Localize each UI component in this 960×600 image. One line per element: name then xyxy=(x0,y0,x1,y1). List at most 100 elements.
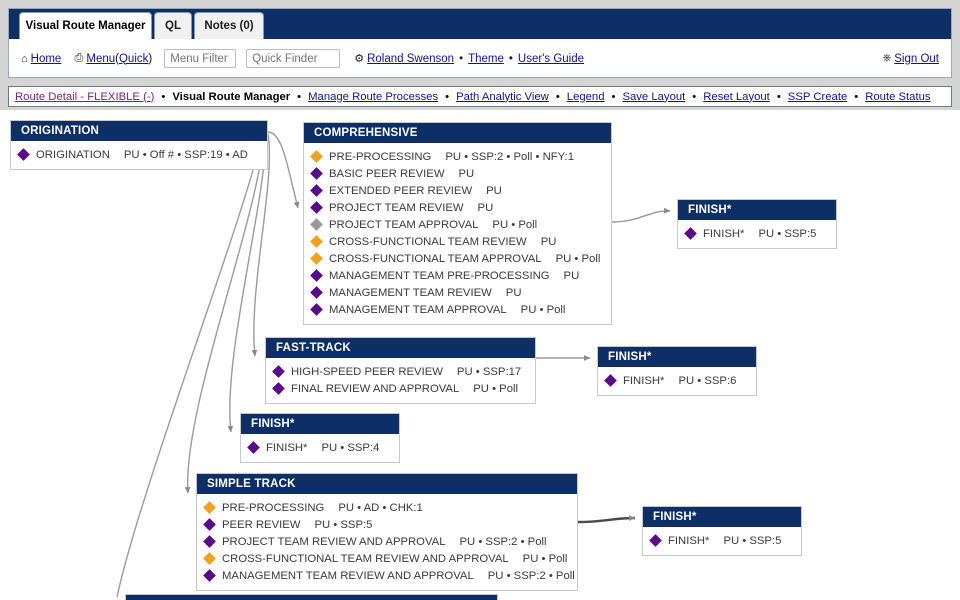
node-finish-ssp5-bottom[interactable]: FINISH* FINISH* PU • SSP:5 xyxy=(642,506,802,556)
node-header-fast-track[interactable]: FAST-TRACK xyxy=(266,338,535,358)
node-finish-ssp6[interactable]: FINISH* FINISH* PU • SSP:6 xyxy=(597,346,757,396)
toolbar-bullet-1: • xyxy=(459,52,464,65)
node-step-row[interactable]: FINISH* PU • SSP:5 xyxy=(684,225,828,242)
node-header-finish-ssp4[interactable]: FINISH* xyxy=(241,414,399,434)
node-step-row[interactable]: BASIC PEER REVIEW PU xyxy=(310,165,603,182)
tab-label: Notes (0) xyxy=(204,20,254,32)
node-header-simple-track[interactable]: SIMPLE TRACK xyxy=(197,474,577,494)
breadcrumb-item-legend[interactable]: Legend xyxy=(567,91,605,103)
edge-origination-to-finish-ssp4 xyxy=(227,134,267,433)
top-chrome: Visual Route Manager QL Notes (0) ⌂ Home… xyxy=(8,8,952,78)
menu-link[interactable]: Menu xyxy=(86,53,115,65)
breadcrumb-item-save-layout[interactable]: Save Layout xyxy=(622,91,685,103)
node-header-origination[interactable]: ORIGINATION xyxy=(11,121,267,141)
diamond-orange-icon xyxy=(310,150,323,163)
node-body-finish-ssp4: FINISH* PU • SSP:4 xyxy=(241,434,399,462)
node-step-row[interactable]: MANAGEMENT TEAM APPROVAL PU • Poll xyxy=(310,301,603,318)
toolbar-spacer-1 xyxy=(66,53,69,65)
node-step-row[interactable]: MANAGEMENT TEAM REVIEW PU xyxy=(310,284,603,301)
diamond-orange-icon xyxy=(203,552,216,565)
node-finish-ssp4[interactable]: FINISH* FINISH* PU • SSP:4 xyxy=(240,413,400,463)
user-name-link[interactable]: Roland Swenson xyxy=(367,53,454,65)
step-label: PRE-PROCESSING xyxy=(222,501,325,514)
step-meta: PU xyxy=(477,201,494,214)
node-step-row[interactable]: CROSS-FUNCTIONAL TEAM REVIEW PU xyxy=(310,233,603,250)
theme-link[interactable]: Theme xyxy=(468,53,504,65)
diamond-purple-icon xyxy=(649,534,662,547)
step-label: MANAGEMENT TEAM REVIEW xyxy=(329,286,492,299)
node-finish-ssp5-top[interactable]: FINISH* FINISH* PU • SSP:5 xyxy=(677,199,837,249)
step-label: PROJECT TEAM REVIEW xyxy=(329,201,464,214)
node-header-finish-ssp5-bottom[interactable]: FINISH* xyxy=(643,507,801,527)
node-comprehensive[interactable]: COMPREHENSIVE PRE-PROCESSING PU • SSP:2 • … xyxy=(303,122,612,325)
menu-filter-input[interactable] xyxy=(164,49,237,68)
step-meta: PU • SSP:2 • Poll xyxy=(487,569,575,582)
users-guide-link[interactable]: User's Guide xyxy=(518,53,584,65)
step-meta: PU • SSP:2 • Poll • NFY:1 xyxy=(445,150,574,163)
node-step-row[interactable]: ORIGINATION PU • Off # • SSP:19 • AD xyxy=(17,146,259,163)
quick-finder-input[interactable] xyxy=(246,49,341,68)
node-simple-track[interactable]: SIMPLE TRACK PRE-PROCESSING PU • AD • CHK:… xyxy=(196,473,578,591)
gear-icon[interactable]: ⚙ xyxy=(354,52,364,65)
node-header-finish-ssp5-top[interactable]: FINISH* xyxy=(678,200,836,220)
diamond-orange-icon xyxy=(310,252,323,265)
step-meta: PU xyxy=(505,286,522,299)
breadcrumb-item-reset-layout[interactable]: Reset Layout xyxy=(703,91,770,103)
step-meta: PU • Poll xyxy=(473,382,519,395)
breadcrumb-item-route-detail-flexible[interactable]: Route Detail - FLEXIBLE (-) xyxy=(15,91,154,103)
node-step-row[interactable]: PROJECT TEAM REVIEW PU xyxy=(310,199,603,216)
breadcrumb-separator: • xyxy=(297,90,302,103)
power-icon[interactable]: ⎈ xyxy=(882,52,891,65)
node-step-row[interactable]: PEER REVIEW PU • SSP:5 xyxy=(203,516,569,533)
menu-nav[interactable]: ⎙ Menu ( Quick ) xyxy=(75,52,153,65)
sign-out-link[interactable]: Sign Out xyxy=(894,53,939,65)
step-label: FINISH* xyxy=(703,227,745,240)
home-link[interactable]: Home xyxy=(31,53,62,65)
diamond-purple-icon xyxy=(203,518,216,531)
route-diagram-canvas[interactable]: ORIGINATION ORIGINATION PU • Off # • SSP:1… xyxy=(0,110,960,600)
tab-visual-route-manager[interactable]: Visual Route Manager xyxy=(19,12,152,39)
node-step-row[interactable]: PRE-PROCESSING PU • AD • CHK:1 xyxy=(203,499,569,516)
diamond-purple-icon xyxy=(272,382,285,395)
breadcrumb-separator: • xyxy=(692,90,697,103)
node-step-row[interactable]: EXTENDED PEER REVIEW PU xyxy=(310,182,603,199)
home-nav[interactable]: ⌂ Home xyxy=(21,53,61,65)
node-step-row[interactable]: FINISH* PU • SSP:6 xyxy=(604,372,748,389)
edge-simple-track-to-finish-ssp5-bottom xyxy=(577,515,636,524)
node-step-row[interactable]: CROSS-FUNCTIONAL TEAM APPROVAL PU • Poll xyxy=(310,250,603,267)
node-step-row[interactable]: PROJECT TEAM APPROVAL PU • Poll xyxy=(310,216,603,233)
node-step-row[interactable]: MANAGEMENT TEAM PRE-PROCESSING PU xyxy=(310,267,603,284)
step-meta: PU xyxy=(563,269,580,282)
node-header-finish-ssp6[interactable]: FINISH* xyxy=(598,347,756,367)
breadcrumb-item-manage-route-processes[interactable]: Manage Route Processes xyxy=(308,91,438,103)
node-step-row[interactable]: PROJECT TEAM REVIEW AND APPROVAL PU • SSP… xyxy=(203,533,569,550)
step-meta: PU • Poll xyxy=(492,218,538,231)
diamond-gray-icon xyxy=(310,218,323,231)
node-header-comprehensive[interactable]: COMPREHENSIVE xyxy=(304,123,611,143)
node-step-row[interactable]: MANAGEMENT TEAM REVIEW AND APPROVAL PU • … xyxy=(203,567,575,584)
breadcrumb-item-route-status[interactable]: Route Status xyxy=(865,91,930,103)
node-step-row[interactable]: PRE-PROCESSING PU • SSP:2 • Poll • NFY:1 xyxy=(310,148,603,165)
breadcrumb-item-ssp-create[interactable]: SSP Create xyxy=(788,91,847,103)
node-body-origination: ORIGINATION PU • Off # • SSP:19 • AD xyxy=(11,141,267,169)
tab-strip: Visual Route Manager QL Notes (0) xyxy=(9,9,951,39)
node-step-row[interactable]: FINAL REVIEW AND APPROVAL PU • Poll xyxy=(272,380,527,397)
node-origination[interactable]: ORIGINATION ORIGINATION PU • Off # • SSP:1… xyxy=(10,120,268,170)
step-meta: PU • Poll xyxy=(522,552,568,565)
node-fast-track[interactable]: FAST-TRACK HIGH-SPEED PEER REVIEW PU • SSP… xyxy=(265,337,536,404)
tab-ql[interactable]: QL xyxy=(154,12,192,39)
step-meta: PU xyxy=(540,235,557,248)
node-step-row[interactable]: HIGH-SPEED PEER REVIEW PU • SSP:17 xyxy=(272,363,527,380)
node-step-row[interactable]: CROSS-FUNCTIONAL TEAM REVIEW AND APPROVA… xyxy=(203,550,569,567)
diamond-purple-icon xyxy=(604,374,617,387)
node-step-row[interactable]: FINISH* PU • SSP:5 xyxy=(649,532,793,549)
node-step-row[interactable]: FINISH* PU • SSP:4 xyxy=(247,439,391,456)
step-meta: PU • AD • CHK:1 xyxy=(338,501,423,514)
partial-node-bottom[interactable] xyxy=(125,594,498,600)
tab-notes[interactable]: Notes (0) xyxy=(194,12,264,39)
step-meta: PU • Poll xyxy=(520,303,566,316)
breadcrumb-item-path-analytic-view[interactable]: Path Analytic View xyxy=(456,91,549,103)
node-body-comprehensive: PRE-PROCESSING PU • SSP:2 • Poll • NFY:1 B… xyxy=(304,143,611,324)
menu-quick-close-paren: ) xyxy=(148,52,153,65)
menu-quick-link[interactable]: Quick xyxy=(119,53,148,65)
